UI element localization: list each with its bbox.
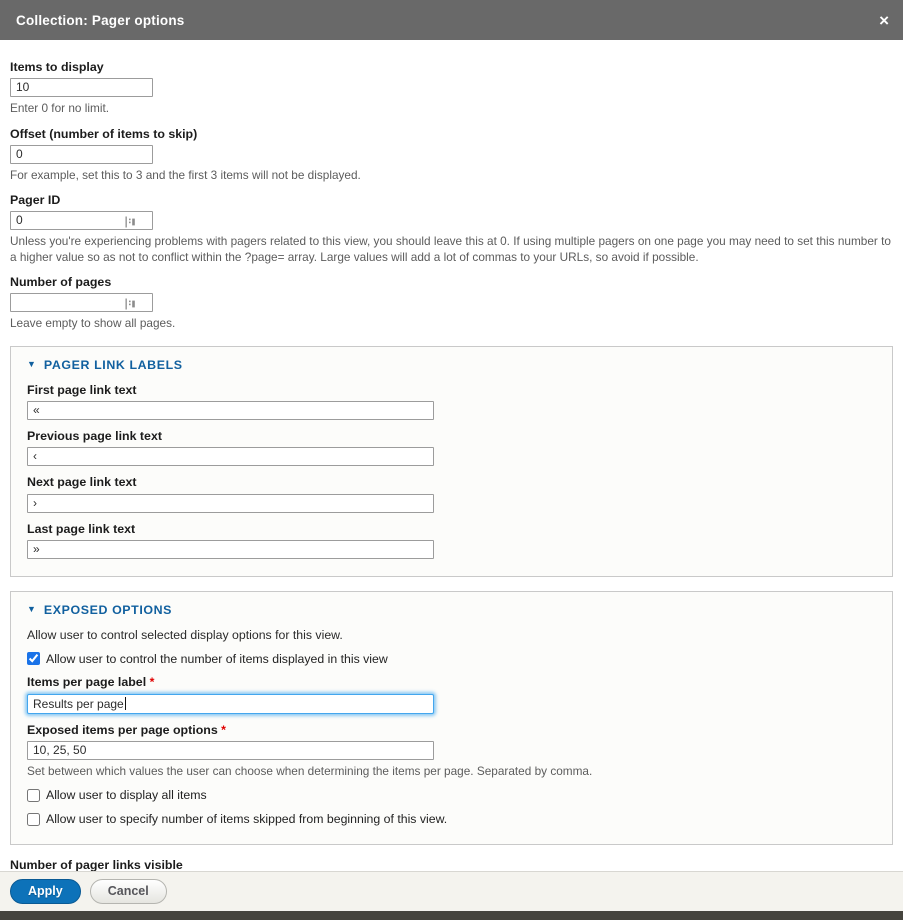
number-of-pages-field: Number of pages Leave empty to show all … [10,275,893,332]
modal-title: Collection: Pager options [16,13,185,28]
previous-page-link-input[interactable] [27,447,434,466]
items-per-page-label-label: Items per page label * [27,675,876,689]
exposed-items-options-input[interactable] [27,741,434,760]
exposed-items-options-label: Exposed items per page options * [27,723,876,737]
modal-header: Collection: Pager options × [0,0,903,40]
exposed-items-options-field: Exposed items per page options * Set bet… [27,723,876,780]
exposed-options-description: Allow user to control selected display o… [27,628,876,643]
page-background-bar [0,911,903,920]
items-per-page-label-input[interactable]: Results per page [27,694,434,714]
required-marker: * [150,675,155,689]
required-marker: * [221,723,226,737]
number-spinner-icon[interactable] [125,215,136,227]
legend-label: EXPOSED OPTIONS [44,603,172,617]
exposed-options-legend[interactable]: ▼ EXPOSED OPTIONS [27,603,876,617]
modal-body: Items to display Enter 0 for no limit. O… [0,40,903,914]
next-page-link-label: Next page link text [27,475,876,489]
modal-footer: Apply Cancel [0,871,903,911]
items-to-display-description: Enter 0 for no limit. [10,101,893,116]
pager-id-field: Pager ID Unless you're experiencing prob… [10,193,893,265]
pager-links-visible-label: Number of pager links visible [10,858,893,872]
collapse-arrow-icon: ▼ [27,605,36,614]
items-to-display-label: Items to display [10,60,893,74]
display-all-checkbox[interactable] [27,789,40,802]
pager-link-labels-fieldset: ▼ PAGER LINK LABELS First page link text… [10,346,893,577]
display-all-checkbox-label: Allow user to display all items [46,788,207,803]
offset-label: Offset (number of items to skip) [10,127,893,141]
offset-description: For example, set this to 3 and the first… [10,168,893,183]
exposed-options-fieldset: ▼ EXPOSED OPTIONS Allow user to control … [10,591,893,845]
collapse-arrow-icon: ▼ [27,360,36,369]
previous-page-link-label: Previous page link text [27,429,876,443]
legend-label: PAGER LINK LABELS [44,358,183,372]
text-caret [125,697,126,710]
items-to-display-input[interactable] [10,78,153,97]
display-all-checkbox-row: Allow user to display all items [27,788,876,803]
items-to-display-field: Items to display Enter 0 for no limit. [10,60,893,117]
number-of-pages-description: Leave empty to show all pages. [10,316,893,331]
last-page-link-field: Last page link text [27,522,876,559]
exposed-items-options-description: Set between which values the user can ch… [27,764,876,779]
control-items-checkbox-label: Allow user to control the number of item… [46,652,388,667]
control-items-checkbox-row: Allow user to control the number of item… [27,652,876,667]
cancel-button[interactable]: Cancel [90,879,167,904]
last-page-link-label: Last page link text [27,522,876,536]
specify-skipped-checkbox-label: Allow user to specify number of items sk… [46,812,447,827]
number-of-pages-label: Number of pages [10,275,893,289]
offset-input[interactable] [10,145,153,164]
control-items-checkbox[interactable] [27,652,40,665]
offset-field: Offset (number of items to skip) For exa… [10,127,893,184]
apply-button[interactable]: Apply [10,879,81,904]
pager-id-label: Pager ID [10,193,893,207]
last-page-link-input[interactable] [27,540,434,559]
pager-link-labels-legend[interactable]: ▼ PAGER LINK LABELS [27,358,876,372]
label-text: Items per page label [27,675,146,689]
previous-page-link-field: Previous page link text [27,429,876,466]
items-per-page-label-field: Items per page label * Results per page [27,675,876,713]
first-page-link-label: First page link text [27,383,876,397]
close-icon[interactable]: × [879,12,889,29]
input-value: Results per page [33,697,124,711]
label-text: Exposed items per page options [27,723,218,737]
specify-skipped-checkbox-row: Allow user to specify number of items sk… [27,812,876,827]
specify-skipped-checkbox[interactable] [27,813,40,826]
next-page-link-input[interactable] [27,494,434,513]
first-page-link-input[interactable] [27,401,434,420]
first-page-link-field: First page link text [27,383,876,420]
pager-options-modal: Collection: Pager options × Items to dis… [0,0,903,920]
next-page-link-field: Next page link text [27,475,876,512]
pager-id-description: Unless you're experiencing problems with… [10,234,893,265]
number-spinner-icon[interactable] [125,297,136,309]
